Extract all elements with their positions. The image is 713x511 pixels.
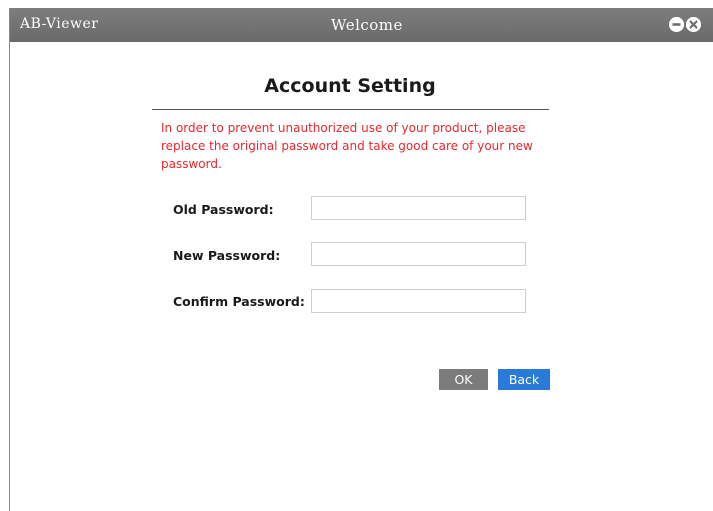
back-button[interactable]: Back [498, 369, 550, 390]
minus-circle-icon [669, 17, 684, 32]
app-name: AB-Viewer [20, 16, 99, 32]
page-title: Account Setting [264, 75, 436, 97]
new-password-label: New Password: [173, 248, 281, 263]
close-button[interactable] [686, 17, 701, 32]
title-bar[interactable]: AB-Viewer Welcome [10, 8, 713, 42]
app-window: AB-Viewer Welcome Account Setting In ord… [9, 8, 713, 511]
close-circle-icon [686, 17, 701, 32]
confirm-password-label: Confirm Password: [173, 294, 305, 309]
password-notice: In order to prevent unauthorized use of … [161, 121, 533, 171]
old-password-label: Old Password: [173, 202, 274, 217]
old-password-input[interactable] [311, 196, 526, 220]
window-title: Welcome [331, 16, 403, 34]
minimize-button[interactable] [669, 17, 684, 32]
ok-button[interactable]: OK [439, 369, 488, 390]
new-password-input[interactable] [311, 242, 526, 266]
title-divider [152, 109, 549, 110]
confirm-password-input[interactable] [311, 289, 526, 313]
